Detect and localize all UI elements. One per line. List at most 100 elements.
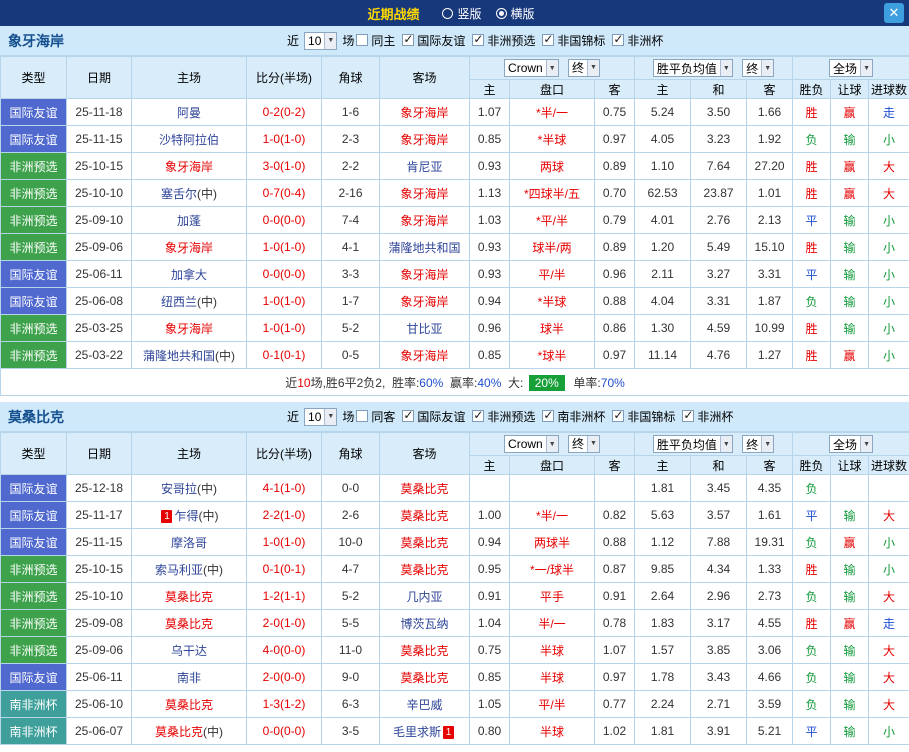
team-link[interactable]: 毛里求斯 [393,725,441,739]
league-filter[interactable]: 非洲预选 [472,32,535,49]
team-link[interactable]: 莫桑比克 [165,617,213,631]
match-count-select[interactable]: 10 [304,32,337,50]
close-button[interactable]: ✕ [884,3,904,23]
team-link[interactable]: 蒲隆地共和国 [143,349,215,363]
fulltime-value: 全场 [833,436,857,453]
team-link[interactable]: 阿曼 [177,106,201,120]
team-link[interactable]: 沙特阿拉伯 [159,133,219,147]
odds-company-select[interactable]: Crown [504,435,559,453]
team-link[interactable]: 象牙海岸 [400,295,448,309]
summary-text: 近10场,胜6平2负2, 胜率:60% 赢率:40% 大: 20% 单率:70% [1,369,909,396]
team-link[interactable]: 象牙海岸 [400,214,448,228]
away-team-cell: 辛巴威 [380,691,470,718]
checkbox-checked-icon[interactable] [682,410,694,422]
team-link[interactable]: 加蓬 [177,214,201,228]
odds-company-select[interactable]: Crown [504,59,559,77]
handicap-odds-away: 0.91 [595,583,635,610]
team-link[interactable]: 象牙海岸 [400,133,448,147]
checkbox-checked-icon[interactable] [402,34,414,46]
avg-odds-draw: 3.85 [691,637,747,664]
team-link[interactable]: 索马利亚 [155,563,203,577]
filter-label: 国际友谊 [417,32,465,49]
team-link[interactable]: 博茨瓦纳 [400,617,448,631]
league-type-badge: 国际友谊 [1,126,67,153]
checkbox-checked-icon[interactable] [612,34,624,46]
team-link[interactable]: 乌干达 [171,644,207,658]
match-score: 2-0(1-0) [247,610,322,637]
checkbox-checked-icon[interactable] [472,410,484,422]
layout-radio-horizontal[interactable]: 横版 [496,5,535,22]
team-link[interactable]: 蒲隆地共和国 [388,241,460,255]
handicap-odds-home: 0.85 [470,342,510,369]
home-team-cell: 莫桑比克 [132,610,247,637]
team-link[interactable]: 纽西兰 [161,295,197,309]
checkbox-checked-icon[interactable] [402,410,414,422]
team-link[interactable]: 象牙海岸 [165,322,213,336]
checkbox-checked-icon[interactable] [472,34,484,46]
final-odds-select[interactable]: 终 [568,59,600,77]
goals-mark: 大 [869,153,909,180]
team-link[interactable]: 象牙海岸 [165,160,213,174]
league-filter[interactable]: 非国锦标 [612,408,675,425]
fulltime-select[interactable]: 全场 [829,435,873,453]
team-link[interactable]: 莫桑比克 [400,509,448,523]
team-link[interactable]: 塞舌尔 [161,187,197,201]
chevron-down-icon [860,60,872,76]
corner-score: 4-7 [322,556,380,583]
team-link[interactable]: 摩洛哥 [171,536,207,550]
team-link[interactable]: 莫桑比克 [400,563,448,577]
league-filter[interactable]: 非洲预选 [472,408,535,425]
league-filter[interactable]: 同主 [356,32,395,49]
league-filter[interactable]: 非洲杯 [612,32,663,49]
checkbox-checked-icon[interactable] [542,34,554,46]
team-link[interactable]: 象牙海岸 [165,241,213,255]
handicap-line: 球半 [510,315,595,342]
team-link[interactable]: 象牙海岸 [400,187,448,201]
checkbox-unchecked-icon[interactable] [356,34,368,46]
team-link[interactable]: 南非 [177,671,201,685]
checkbox-checked-icon[interactable] [612,410,624,422]
fulltime-select[interactable]: 全场 [829,59,873,77]
checkbox-checked-icon[interactable] [542,410,554,422]
col-date: 日期 [67,433,132,475]
team-link[interactable]: 加拿大 [171,268,207,282]
final-odds-select[interactable]: 终 [568,435,600,453]
team-link[interactable]: 莫桑比克 [400,536,448,550]
avg-odds-select[interactable]: 胜平负均值 [653,435,733,453]
team-link[interactable]: 莫桑比克 [155,725,203,739]
league-filter[interactable]: 国际友谊 [402,32,465,49]
team-link[interactable]: 莫桑比克 [400,644,448,658]
chevron-down-icon [587,60,599,76]
avg-odds-away: 4.66 [747,664,793,691]
league-filter[interactable]: 非洲杯 [682,408,733,425]
avg-odds-away: 15.10 [747,234,793,261]
team-link[interactable]: 肯尼亚 [406,160,442,174]
team-link[interactable]: 象牙海岸 [400,106,448,120]
team-link[interactable]: 莫桑比克 [165,590,213,604]
final-avg-select[interactable]: 终 [742,59,774,77]
avg-odds-select[interactable]: 胜平负均值 [653,59,733,77]
team-link[interactable]: 辛巴威 [406,698,442,712]
league-filter[interactable]: 南非洲杯 [542,408,605,425]
match-count-select[interactable]: 10 [304,408,337,426]
team-link[interactable]: 莫桑比克 [400,671,448,685]
team-link[interactable]: 甘比亚 [406,322,442,336]
team-link[interactable]: 莫桑比克 [165,698,213,712]
match-row: 南非洲杯25-06-07莫桑比克(中)0-0(0-0)3-5毛里求斯10.80半… [1,718,909,745]
layout-radio-vertical[interactable]: 竖版 [442,5,481,22]
avg-odds-home: 2.11 [635,261,691,288]
league-filter[interactable]: 同客 [356,408,395,425]
col-type: 类型 [1,433,67,475]
team-link[interactable]: 象牙海岸 [400,349,448,363]
final-avg-select[interactable]: 终 [742,435,774,453]
avg-odds-draw: 3.17 [691,610,747,637]
team-link[interactable]: 乍得 [174,509,198,523]
team-link[interactable]: 安哥拉 [161,482,197,496]
league-filter[interactable]: 国际友谊 [402,408,465,425]
team-link[interactable]: 莫桑比克 [400,482,448,496]
checkbox-unchecked-icon[interactable] [356,410,368,422]
summary-row: 近10场,胜6平2负2, 胜率:60% 赢率:40% 大: 20% 单率:70% [1,369,909,396]
team-link[interactable]: 象牙海岸 [400,268,448,282]
team-link[interactable]: 几内亚 [406,590,442,604]
league-filter[interactable]: 非国锦标 [542,32,605,49]
